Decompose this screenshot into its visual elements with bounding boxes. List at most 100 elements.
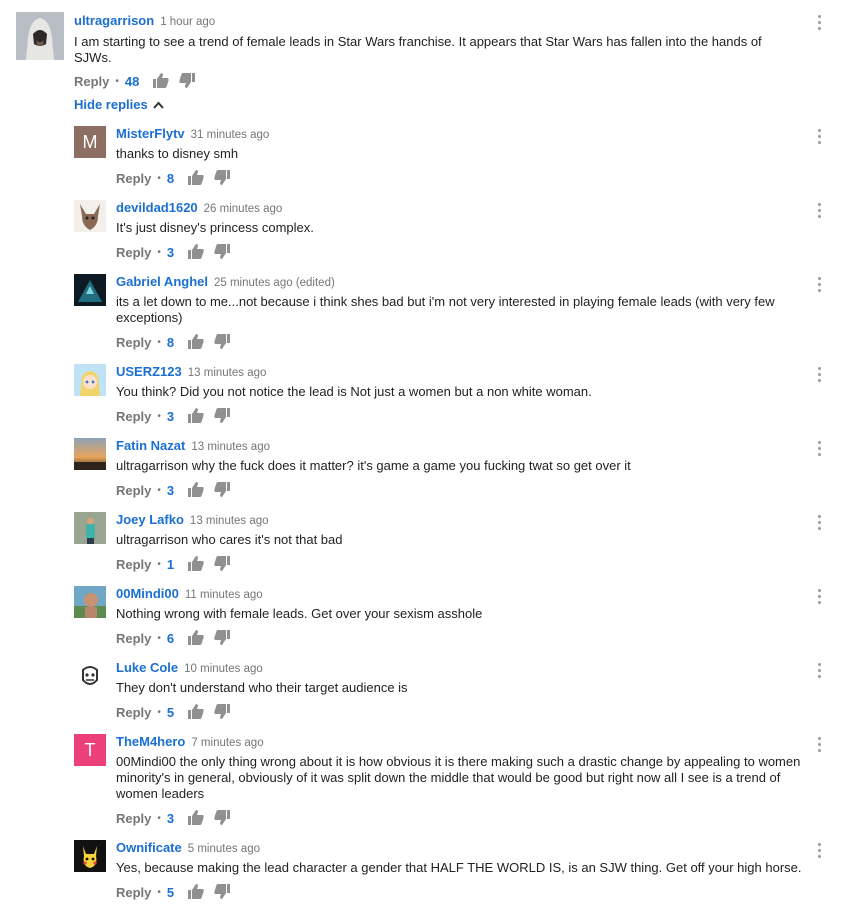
comment-header: TheM4hero 7 minutes ago xyxy=(116,734,264,749)
author-name[interactable]: MisterFlytv xyxy=(116,126,185,141)
thumbs-down-icon[interactable] xyxy=(214,482,232,498)
more-options-icon[interactable] xyxy=(816,203,822,221)
comment-actions: Reply • 3 xyxy=(116,244,240,260)
avatar-ultragarrison[interactable] xyxy=(16,12,64,60)
timestamp[interactable]: 31 minutes ago xyxy=(191,129,270,141)
thumbs-up-icon[interactable] xyxy=(188,408,206,424)
more-options-icon[interactable] xyxy=(816,515,822,533)
author-name[interactable]: Ownificate xyxy=(116,840,182,855)
thumbs-down-icon[interactable] xyxy=(214,334,232,350)
comment-text: ultragarrison who cares it's not that ba… xyxy=(116,532,343,547)
reply-button[interactable]: Reply xyxy=(116,885,151,900)
more-options-icon[interactable] xyxy=(816,15,822,33)
thumbs-up-icon[interactable] xyxy=(188,170,206,186)
reply-comment: Joey Lafko 13 minutes ago ultragarrison w… xyxy=(0,504,852,578)
comment-actions: Reply • 6 xyxy=(116,630,240,646)
thumbs-up-icon[interactable] xyxy=(188,810,206,826)
reply-button[interactable]: Reply xyxy=(116,409,151,424)
author-name[interactable]: ultragarrison xyxy=(74,13,154,28)
thumbs-down-icon[interactable] xyxy=(214,170,232,186)
avatar-fatin-nazat[interactable] xyxy=(74,438,106,470)
avatar-misterflytv[interactable]: M xyxy=(74,126,106,158)
timestamp[interactable]: 1 hour ago xyxy=(160,16,215,28)
timestamp[interactable]: 13 minutes ago xyxy=(191,441,270,453)
more-options-icon[interactable] xyxy=(816,737,822,755)
comment-header: USERZ123 13 minutes ago xyxy=(116,364,266,379)
more-options-icon[interactable] xyxy=(816,129,822,147)
thumbs-up-icon[interactable] xyxy=(188,704,206,720)
reply-button[interactable]: Reply xyxy=(74,74,109,89)
thumbs-down-icon[interactable] xyxy=(214,884,232,900)
avatar-devildad1620[interactable] xyxy=(74,200,106,232)
comment-actions: Reply • 5 xyxy=(116,704,240,720)
comment-header: ultragarrison 1 hour ago xyxy=(74,13,215,28)
timestamp[interactable]: 7 minutes ago xyxy=(191,737,263,749)
hide-replies-button[interactable]: Hide replies xyxy=(74,97,164,112)
thumbs-down-icon[interactable] xyxy=(214,810,232,826)
timestamp[interactable]: 26 minutes ago xyxy=(204,203,283,215)
author-name[interactable]: Fatin Nazat xyxy=(116,438,185,453)
comment-actions: Reply • 5 xyxy=(116,884,240,900)
reply-comment: Gabriel Anghel 25 minutes ago (edited) it… xyxy=(0,266,852,356)
reply-button[interactable]: Reply xyxy=(116,483,151,498)
reply-comment: T TheM4hero 7 minutes ago 00Mindi00 the o… xyxy=(0,726,852,832)
more-options-icon[interactable] xyxy=(816,367,822,385)
reply-button[interactable]: Reply xyxy=(116,811,151,826)
comment-text: They don't understand who their target a… xyxy=(116,680,408,695)
thumbs-up-icon[interactable] xyxy=(188,334,206,350)
comment-actions: Reply • 3 xyxy=(116,482,240,498)
thumbs-up-icon[interactable] xyxy=(153,73,171,89)
timestamp[interactable]: 25 minutes ago (edited) xyxy=(214,277,335,289)
avatar-luke-cole[interactable] xyxy=(74,660,106,692)
comment-header: Gabriel Anghel 25 minutes ago (edited) xyxy=(116,274,335,289)
timestamp[interactable]: 5 minutes ago xyxy=(188,843,260,855)
author-name[interactable]: 00Mindi00 xyxy=(116,586,179,601)
thumbs-down-icon[interactable] xyxy=(214,244,232,260)
timestamp[interactable]: 13 minutes ago xyxy=(190,515,269,527)
more-options-icon[interactable] xyxy=(816,843,822,861)
timestamp[interactable]: 13 minutes ago xyxy=(188,367,267,379)
timestamp[interactable]: 10 minutes ago xyxy=(184,663,263,675)
separator-dot: • xyxy=(157,706,161,718)
author-name[interactable]: Luke Cole xyxy=(116,660,178,675)
reply-button[interactable]: Reply xyxy=(116,705,151,720)
reply-button[interactable]: Reply xyxy=(116,557,151,572)
reply-button[interactable]: Reply xyxy=(116,171,151,186)
more-options-icon[interactable] xyxy=(816,663,822,681)
reply-button[interactable]: Reply xyxy=(116,631,151,646)
thumbs-down-icon[interactable] xyxy=(214,408,232,424)
more-options-icon[interactable] xyxy=(816,441,822,459)
avatar-joey-lafko[interactable] xyxy=(74,512,106,544)
thumbs-up-icon[interactable] xyxy=(188,884,206,900)
more-options-icon[interactable] xyxy=(816,589,822,607)
thumbs-up-icon[interactable] xyxy=(188,556,206,572)
avatar-00mindi00[interactable] xyxy=(74,586,106,618)
author-name[interactable]: Joey Lafko xyxy=(116,512,184,527)
author-name[interactable]: Gabriel Anghel xyxy=(116,274,208,289)
thumbs-down-icon[interactable] xyxy=(214,630,232,646)
reply-button[interactable]: Reply xyxy=(116,245,151,260)
author-name[interactable]: USERZ123 xyxy=(116,364,182,379)
thumbs-up-icon[interactable] xyxy=(188,630,206,646)
thumbs-down-icon[interactable] xyxy=(179,73,197,89)
reply-button[interactable]: Reply xyxy=(116,335,151,350)
avatar-userz123[interactable] xyxy=(74,364,106,396)
author-name[interactable]: devildad1620 xyxy=(116,200,198,215)
like-count: 3 xyxy=(166,810,175,826)
comment-text: ultragarrison why the fuck does it matte… xyxy=(116,458,631,473)
avatar-ownificate[interactable] xyxy=(74,840,106,872)
author-name[interactable]: TheM4hero xyxy=(116,734,185,749)
comment-header: Ownificate 5 minutes ago xyxy=(116,840,260,855)
avatar-them4hero[interactable]: T xyxy=(74,734,106,766)
thumbs-up-icon[interactable] xyxy=(188,482,206,498)
comment-header: Luke Cole 10 minutes ago xyxy=(116,660,263,675)
separator-dot: • xyxy=(157,484,161,496)
timestamp[interactable]: 11 minutes ago xyxy=(185,589,263,601)
comment-actions: Reply • 8 xyxy=(116,334,240,350)
thumbs-down-icon[interactable] xyxy=(214,704,232,720)
separator-dot: • xyxy=(157,172,161,184)
avatar-gabriel-anghel[interactable] xyxy=(74,274,106,306)
more-options-icon[interactable] xyxy=(816,277,822,295)
thumbs-down-icon[interactable] xyxy=(214,556,232,572)
thumbs-up-icon[interactable] xyxy=(188,244,206,260)
